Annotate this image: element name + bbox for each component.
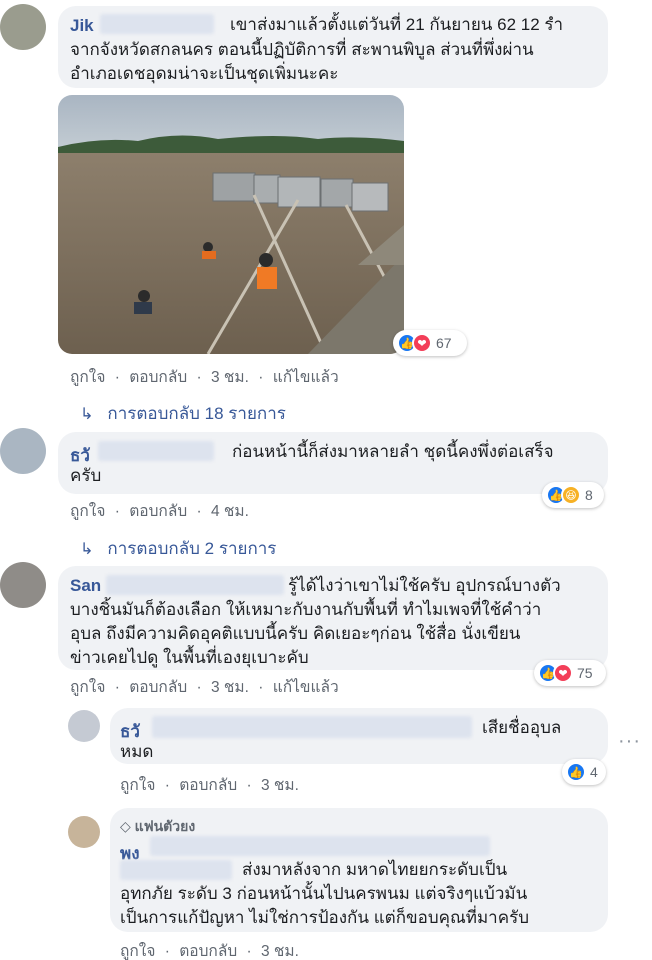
reply-link[interactable]: ตอบกลับ (129, 503, 187, 520)
reaction-summary[interactable]: 👍 4 (562, 759, 606, 785)
reaction-count: 67 (436, 335, 452, 351)
more-options-icon[interactable]: ··· (618, 730, 641, 753)
comment-text-line: เขาส่งมาแล้วตั้งแต่วันที่ 21 กันยายน 62 … (230, 15, 564, 34)
dot-separator: · (196, 369, 202, 386)
comment-author[interactable]: San (70, 576, 101, 596)
comment-text-line: อำเภอเดชอุดมน่าจะเป็นชุดเพิ่มนะคะ (70, 64, 339, 83)
comment-actions: ถูกใจ · ตอบกลับ · 3 ชม. · แก้ไขแล้ว (70, 364, 339, 389)
comment-text-line: จากจังหวัดสกลนคร ตอนนี้ปฏิบัติการที่ สะพ… (70, 40, 534, 59)
like-reaction-icon: 👍 (566, 762, 586, 782)
love-reaction-icon: ❤ (412, 333, 432, 353)
comment-text-line: เสียชื่ออุบล (482, 718, 562, 737)
reaction-count: 8 (585, 487, 593, 503)
reaction-count: 75 (577, 665, 593, 681)
redacted-name (120, 860, 232, 880)
like-link[interactable]: ถูกใจ (120, 777, 155, 794)
comment-actions: ถูกใจ · ตอบกลับ · 4 ชม. (70, 498, 249, 523)
comment-actions: ถูกใจ · ตอบกลับ · 3 ชม. · แก้ไขแล้ว (70, 674, 339, 699)
edited-label[interactable]: แก้ไขแล้ว (273, 679, 339, 696)
commenter-avatar[interactable] (0, 428, 46, 474)
comment-actions: ถูกใจ · ตอบกลับ · 3 ชม. (120, 938, 299, 960)
replies-count-label: การตอบกลับ 2 รายการ (107, 539, 277, 558)
haha-reaction-icon: 😆 (561, 485, 581, 505)
commenter-avatar[interactable] (68, 816, 100, 848)
reaction-summary[interactable]: 👍 ❤ 75 (534, 660, 606, 686)
timestamp[interactable]: 3 ชม. (211, 369, 249, 386)
dot-separator: · (164, 777, 170, 794)
dot-separator: · (258, 369, 264, 386)
comment-text-line: บางชิ้นมันก็ต้องเลือก ให้เหมาะกับงานกับพ… (70, 600, 542, 619)
like-link[interactable]: ถูกใจ (70, 369, 105, 386)
redacted-name (150, 836, 490, 856)
timestamp[interactable]: 3 ชม. (261, 777, 299, 794)
comment-text-line: ข่าวเคยไปดู ในพื้นที่เองยุเบาะคับ (70, 648, 309, 667)
dot-separator: · (196, 503, 202, 520)
love-reaction-icon: ❤ (553, 663, 573, 683)
comment-author[interactable]: Jik (70, 16, 94, 36)
reply-link[interactable]: ตอบกลับ (129, 679, 187, 696)
reply-link[interactable]: ตอบกลับ (179, 777, 237, 794)
reply-arrow-icon: ↳ (80, 541, 94, 558)
redacted-name (152, 716, 472, 738)
like-link[interactable]: ถูกใจ (70, 679, 105, 696)
commenter-avatar[interactable] (0, 562, 46, 608)
comment-text-line: ก่อนหน้านี้ก็ส่งมาหลายลำ ชุดนี้คงพึ่งต่อ… (232, 442, 554, 461)
comment-text-line: อุบล ถึงมีความคิดอุคติแบบนี้ครับ คิดเยอะ… (70, 624, 521, 643)
dot-separator: · (258, 679, 264, 696)
diamond-icon: ◇ (120, 818, 131, 834)
comment-text-line: ครับ (70, 466, 102, 485)
like-link[interactable]: ถูกใจ (70, 503, 105, 520)
edited-label[interactable]: แก้ไขแล้ว (273, 369, 339, 386)
commenter-avatar[interactable] (68, 710, 100, 742)
dot-separator: · (246, 943, 252, 960)
river-rescue-photo (58, 95, 404, 354)
view-replies-link[interactable]: ↳ การตอบกลับ 2 รายการ (80, 535, 276, 562)
reaction-count: 4 (590, 764, 598, 780)
comment-photo[interactable] (58, 95, 404, 354)
comment-text-line: หมด (120, 742, 154, 761)
dot-separator: · (114, 679, 120, 696)
comment-text-line: รู้ได้ไงว่าเขาไม่ใช้ครับ อุปกรณ์บางตัว (288, 576, 561, 595)
reaction-summary[interactable]: 👍 ❤ 67 (393, 330, 467, 356)
timestamp[interactable]: 3 ชม. (261, 943, 299, 960)
reply-link[interactable]: ตอบกลับ (179, 943, 237, 960)
commenter-avatar[interactable] (0, 4, 46, 50)
comment-text-line: อุทกภัย ระดับ 3 ก่อนหน้านั้นไปนครพนม แต่… (120, 884, 528, 903)
comment-text-line: ส่งมาหลังจาก มหาดไทยยกระดับเป็น (242, 860, 508, 879)
dot-separator: · (114, 369, 120, 386)
comment-text-line: เป็นการแก้ปัญหา ไม่ใช่การป้องกัน แต่ก็ขอ… (120, 908, 530, 927)
dot-separator: · (164, 943, 170, 960)
dot-separator: · (196, 679, 202, 696)
redacted-name (106, 575, 284, 595)
badge-label: แฟนตัวยง (134, 818, 196, 834)
dot-separator: · (246, 777, 252, 794)
reply-arrow-icon: ↳ (80, 406, 94, 423)
top-fan-badge: ◇ แฟนตัวยง (120, 816, 195, 838)
redacted-name (100, 14, 214, 34)
timestamp[interactable]: 3 ชม. (211, 679, 249, 696)
redacted-name (98, 441, 214, 461)
timestamp[interactable]: 4 ชม. (211, 503, 249, 520)
view-replies-link[interactable]: ↳ การตอบกลับ 18 รายการ (80, 400, 286, 427)
replies-count-label: การตอบกลับ 18 รายการ (107, 404, 286, 423)
dot-separator: · (114, 503, 120, 520)
like-link[interactable]: ถูกใจ (120, 943, 155, 960)
reply-link[interactable]: ตอบกลับ (129, 369, 187, 386)
comment-actions: ถูกใจ · ตอบกลับ · 3 ชม. (120, 772, 299, 797)
reaction-summary[interactable]: 👍 😆 8 (542, 482, 604, 508)
